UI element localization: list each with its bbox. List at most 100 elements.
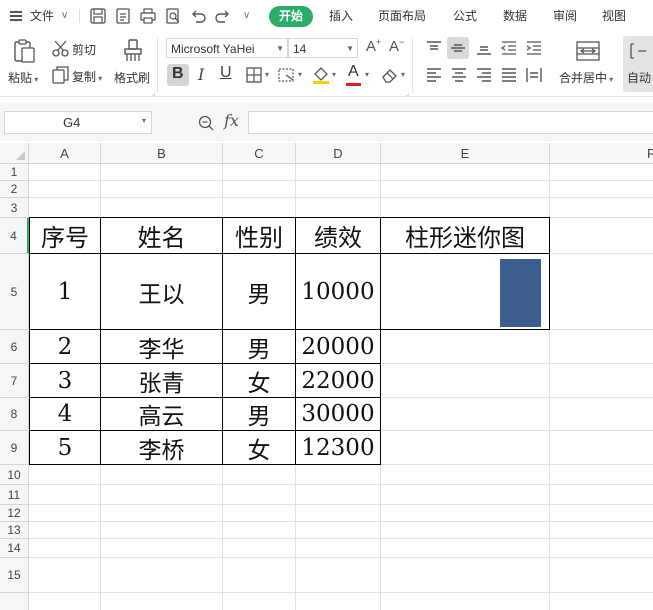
quick-access-chevron-icon[interactable]: ∨ — [243, 0, 250, 32]
table-cell[interactable]: 3 — [30, 364, 100, 397]
row-header-4[interactable]: 4 — [0, 218, 29, 254]
align-right-icon[interactable] — [474, 65, 494, 85]
underline-icon[interactable]: U — [220, 64, 232, 82]
eraser-icon[interactable] — [380, 65, 400, 85]
distributed-icon[interactable] — [524, 65, 544, 85]
row-header-3[interactable]: 3 — [0, 198, 29, 218]
table-cell[interactable]: 李桥 — [101, 431, 222, 464]
increase-font-icon[interactable]: A+ — [366, 37, 381, 55]
table-cell[interactable]: 10000 — [296, 254, 380, 329]
zoom-icon[interactable] — [197, 114, 215, 132]
chevron-down-icon[interactable]: ▾ — [401, 70, 405, 79]
align-left-icon[interactable] — [424, 65, 444, 85]
fill-color-icon[interactable] — [311, 65, 331, 85]
row-header-1[interactable]: 1 — [0, 164, 29, 181]
file-menu[interactable]: 文件 — [30, 0, 54, 32]
header-cell-name[interactable]: 姓名 — [101, 218, 222, 253]
format-painter-icon[interactable] — [121, 38, 145, 64]
name-box[interactable]: G4 ▾ — [4, 111, 152, 134]
row-header-5[interactable]: 5 — [0, 254, 29, 330]
table-cell[interactable]: 女 — [223, 431, 295, 464]
table-cell[interactable]: 2 — [30, 330, 100, 363]
table-cell[interactable]: 男 — [223, 330, 295, 363]
tab-home[interactable]: 开始 — [269, 6, 314, 27]
row-header-6[interactable]: 6 — [0, 330, 29, 364]
header-cell-performance[interactable]: 绩效 — [296, 218, 380, 253]
row-header-7[interactable]: 7 — [0, 364, 29, 398]
table-cell[interactable]: 20000 — [296, 330, 380, 363]
cell-style-icon[interactable] — [277, 65, 297, 85]
cut-button[interactable]: 剪切 — [72, 41, 96, 58]
paste-button[interactable]: 粘贴 ▾ — [8, 69, 38, 86]
hamburger-icon[interactable] — [10, 10, 22, 22]
chevron-down-icon[interactable]: ▾ — [332, 70, 336, 79]
column-header-b[interactable]: B — [101, 143, 223, 164]
merge-center-button[interactable]: 合并居中 ▾ — [559, 69, 613, 86]
font-color-icon[interactable]: A — [348, 63, 359, 81]
row-header-13[interactable]: 13 — [0, 522, 29, 539]
tab-formulas[interactable]: 公式 — [453, 0, 477, 32]
border-icon[interactable] — [244, 65, 264, 85]
row-header-16[interactable] — [0, 593, 29, 610]
formula-input[interactable] — [248, 111, 653, 134]
header-cell-sparkline[interactable]: 柱形迷你图 — [381, 218, 549, 253]
row-header-8[interactable]: 8 — [0, 398, 29, 431]
align-middle-button[interactable] — [447, 37, 469, 59]
column-header-d[interactable]: D — [296, 143, 381, 164]
redo-icon[interactable] — [214, 7, 232, 25]
tab-review[interactable]: 审阅 — [553, 0, 577, 32]
row-header-14[interactable]: 14 — [0, 539, 29, 558]
table-cell[interactable]: 高云 — [101, 398, 222, 430]
auto-wrap-button[interactable]: 自动 — [623, 36, 653, 92]
select-all-corner[interactable] — [0, 143, 29, 164]
table-cell[interactable]: 30000 — [296, 398, 380, 430]
print-icon[interactable] — [139, 7, 157, 25]
column-header-e[interactable]: E — [381, 143, 550, 164]
fx-icon[interactable]: fx — [224, 111, 239, 130]
column-header-f[interactable]: F — [550, 143, 653, 164]
table-cell[interactable]: 男 — [223, 398, 295, 430]
table-cell[interactable]: 22000 — [296, 364, 380, 397]
copy-button[interactable]: 复制 ▾ — [72, 68, 102, 85]
row-header-12[interactable]: 12 — [0, 505, 29, 522]
table-cell[interactable]: 张青 — [101, 364, 222, 397]
header-cell-seq[interactable]: 序号 — [30, 218, 100, 253]
italic-icon[interactable]: I — [198, 65, 204, 84]
table-cell[interactable]: 男 — [223, 254, 295, 329]
chevron-down-icon[interactable]: ▾ — [365, 70, 369, 79]
tab-view[interactable]: 视图 — [602, 0, 626, 32]
chevron-down-icon[interactable]: ▾ — [298, 70, 302, 79]
export-icon[interactable] — [114, 7, 132, 25]
column-header-a[interactable]: A — [29, 143, 101, 164]
scissors-icon[interactable] — [51, 39, 71, 59]
chevron-down-icon[interactable]: ▾ — [265, 70, 269, 79]
row-header-15[interactable]: 15 — [0, 558, 29, 593]
row-header-11[interactable]: 11 — [0, 485, 29, 505]
bold-button[interactable]: B — [167, 64, 189, 86]
decrease-font-icon[interactable]: A− — [389, 37, 404, 55]
undo-icon[interactable] — [189, 7, 207, 25]
font-name-select[interactable]: Microsoft YaHei ▼ — [166, 38, 288, 58]
table-cell[interactable]: 王以 — [101, 254, 222, 329]
tab-insert[interactable]: 插入 — [329, 0, 353, 32]
align-center-icon[interactable] — [449, 65, 469, 85]
header-cell-gender[interactable]: 性别 — [223, 218, 295, 253]
column-header-c[interactable]: C — [223, 143, 296, 164]
align-bottom-icon[interactable] — [474, 38, 494, 58]
row-header-2[interactable]: 2 — [0, 181, 29, 198]
print-preview-icon[interactable] — [164, 7, 182, 25]
sparkline-cell[interactable] — [381, 254, 549, 329]
table-cell[interactable]: 12300 — [296, 431, 380, 464]
tab-data[interactable]: 数据 — [503, 0, 527, 32]
decrease-indent-icon[interactable] — [499, 38, 519, 58]
table-cell[interactable]: 1 — [30, 254, 100, 329]
table-cell[interactable]: 李华 — [101, 330, 222, 363]
row-header-9[interactable]: 9 — [0, 431, 29, 465]
tab-page-layout[interactable]: 页面布局 — [378, 0, 426, 32]
save-icon[interactable] — [89, 7, 107, 25]
copy-icon[interactable] — [51, 65, 71, 85]
row-header-10[interactable]: 10 — [0, 465, 29, 485]
merge-center-icon[interactable] — [575, 39, 601, 63]
format-painter-button[interactable]: 格式刷 — [114, 69, 150, 86]
table-cell[interactable]: 女 — [223, 364, 295, 397]
